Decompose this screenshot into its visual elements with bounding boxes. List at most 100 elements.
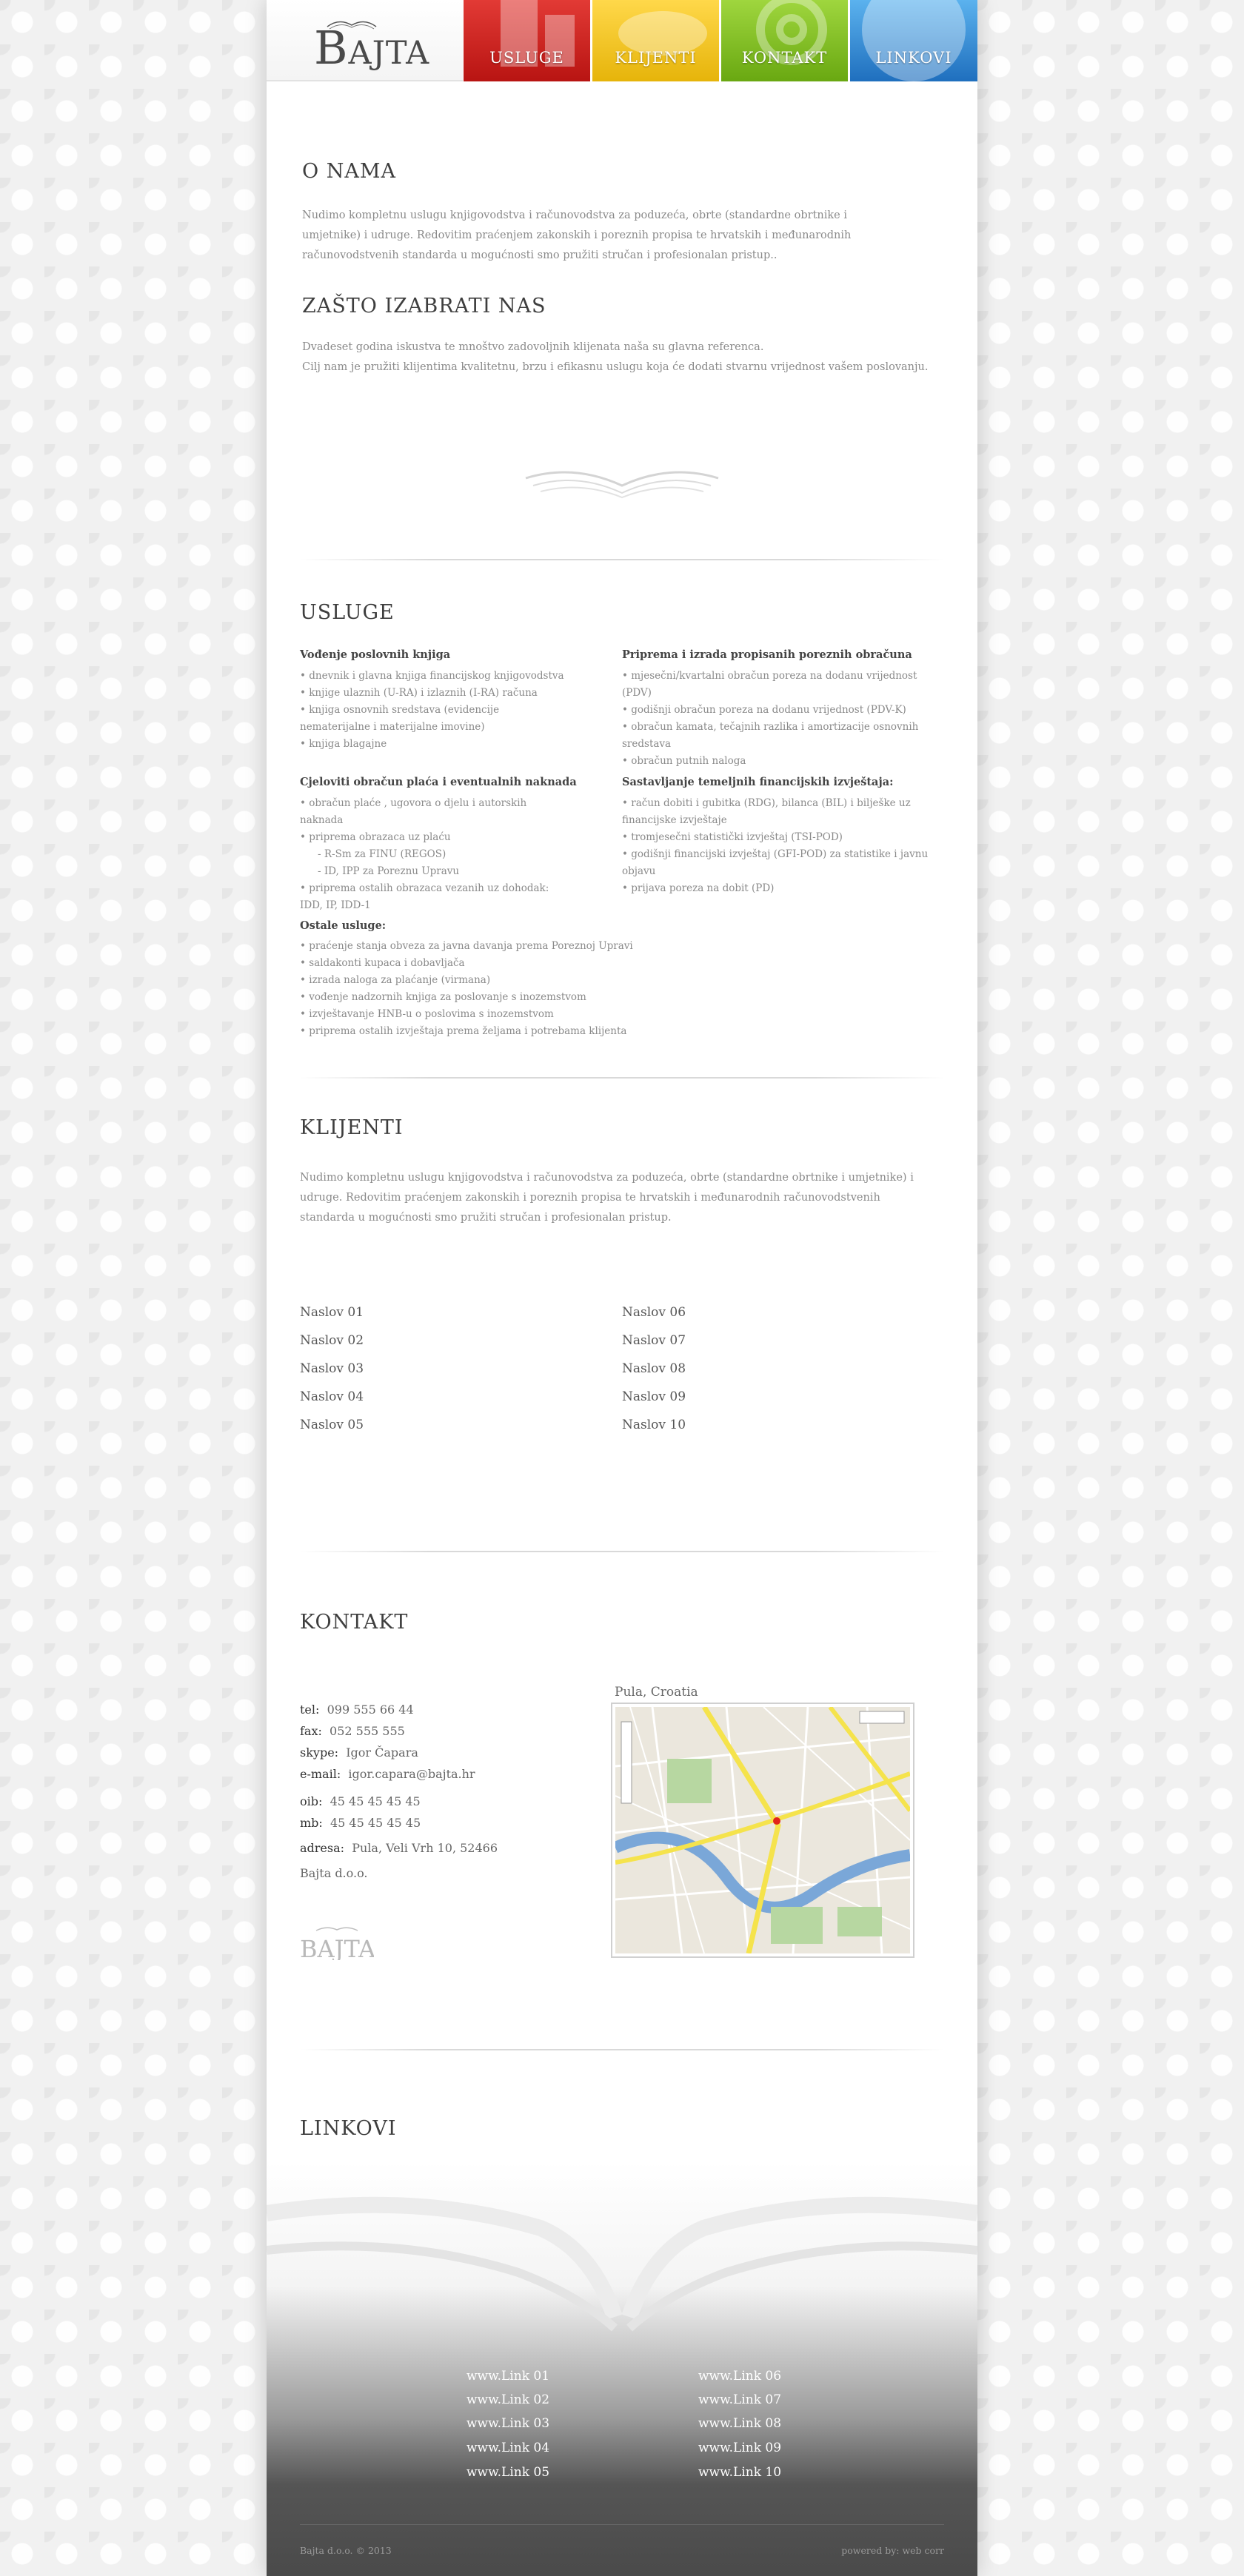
list-item: • izrada naloga za plaćanje (virmana) [300, 974, 491, 986]
list-item: • obračun kamata, tečajnih razlika i amo… [622, 721, 919, 750]
service-heading: Priprema i izrada propisanih poreznih ob… [622, 648, 912, 661]
contact-skype: skype: Igor Čapara [300, 1745, 418, 1760]
section-title-usluge: USLUGE [300, 601, 395, 624]
fax-value: 052 555 555 [330, 1724, 405, 1738]
map-image[interactable] [612, 1705, 912, 1954]
footer-link[interactable]: www.Link 04 [466, 2441, 549, 2455]
service-list: • račun dobiti i gubitka (RDG), bilanca … [622, 795, 940, 897]
footer-link[interactable]: www.Link 06 [698, 2369, 781, 2384]
client-link[interactable]: Naslov 02 [300, 1333, 364, 1348]
oib-label: oib: [300, 1794, 323, 1808]
list-item: • knjiga osnovnih sredstava (evidencije … [300, 704, 500, 733]
list-item: - ID, IPP za Poreznu Upravu [318, 865, 460, 877]
tel-label: tel: [300, 1703, 320, 1717]
client-link[interactable]: Naslov 05 [300, 1418, 364, 1432]
list-item: • knjiga blagajne [300, 738, 387, 750]
company-name: Bajta d.o.o. [300, 1866, 368, 1880]
list-item: • godišnji financijski izvještaj (GFI-PO… [622, 848, 929, 877]
contact-fax: fax: 052 555 555 [300, 1724, 405, 1738]
list-item: • mjesečni/kvartalni obračun poreza na d… [622, 670, 917, 699]
fax-label: fax: [300, 1724, 322, 1738]
copyright-text: Bajta d.o.o. © 2013 [300, 2545, 392, 2556]
client-link[interactable]: Naslov 08 [622, 1361, 686, 1376]
service-list: • praćenje stanja obveza za javna davanj… [300, 938, 641, 1040]
svg-text:BAJTA: BAJTA [300, 1935, 374, 1960]
list-item: • praćenje stanja obveza za javna davanj… [300, 940, 633, 952]
mb-label: mb: [300, 1816, 323, 1830]
email-label: e-mail: [300, 1767, 341, 1781]
contact-tel: tel: 099 555 66 44 [300, 1703, 414, 1717]
mini-logo: BAJTA [300, 1927, 374, 1960]
email-link[interactable]: igor.capara@bajta.hr [348, 1767, 475, 1781]
client-link[interactable]: Naslov 09 [622, 1389, 686, 1404]
section-divider [300, 1077, 944, 1079]
page-container: Bajta USLUGE KLIJENTI KONTAKT LINKOVI O … [267, 0, 977, 2576]
nav-linkovi[interactable]: LINKOVI [850, 0, 977, 81]
footer-link[interactable]: www.Link 01 [466, 2369, 549, 2384]
powered-by-link[interactable]: powered by: web corr [841, 2545, 944, 2556]
service-heading: Vođenje poslovnih knjiga [300, 648, 451, 661]
about-text: Nudimo kompletnu uslugu knjigovodstva i … [302, 209, 852, 261]
footer-link[interactable]: www.Link 03 [466, 2416, 549, 2431]
nav-linkovi-label: LINKOVI [875, 49, 952, 67]
service-list: • obračun plaće , ugovora o djelu i auto… [300, 795, 566, 914]
list-item: • tromjesečni statistički izvještaj (TSI… [622, 831, 843, 843]
footer-link[interactable]: www.Link 09 [698, 2441, 781, 2455]
footer-link[interactable]: www.Link 07 [698, 2392, 781, 2407]
contact-adresa: adresa: Pula, Veli Vrh 10, 52466 [300, 1841, 498, 1855]
service-heading: Cjeloviti obračun plaća i eventualnih na… [300, 776, 577, 788]
list-item: • priprema obrazaca uz plaću [300, 831, 451, 843]
map-widget[interactable] [611, 1703, 914, 1958]
client-link[interactable]: Naslov 07 [622, 1333, 686, 1348]
list-item: • obračun putnih naloga [622, 755, 746, 767]
footer-link[interactable]: www.Link 02 [466, 2392, 549, 2407]
footer-link[interactable]: www.Link 08 [698, 2416, 781, 2431]
section-divider [300, 559, 944, 560]
section-title-klijenti: KLIJENTI [300, 1116, 404, 1139]
oib-value: 45 45 45 45 45 [330, 1794, 421, 1808]
nav-kontakt[interactable]: KONTAKT [721, 0, 849, 81]
footer-link[interactable]: www.Link 10 [698, 2465, 781, 2480]
client-link[interactable]: Naslov 04 [300, 1389, 364, 1404]
adresa-label: adresa: [300, 1841, 345, 1855]
client-link[interactable]: Naslov 10 [622, 1418, 686, 1432]
nav-kontakt-label: KONTAKT [741, 49, 828, 67]
list-item: • saldakonti kupaca i dobavljača [300, 957, 465, 969]
list-item: • godišnji obračun poreza na dodanu vrij… [622, 704, 906, 716]
nav-usluge[interactable]: USLUGE [464, 0, 592, 81]
section-title-zasto: ZAŠTO IZABRATI NAS [302, 295, 546, 318]
list-item: • obračun plaće , ugovora o djelu i auto… [300, 797, 527, 826]
service-heading: Ostale usluge: [300, 919, 387, 932]
client-link[interactable]: Naslov 01 [300, 1305, 364, 1320]
why-text-line1: Dvadeset godina iskustva te mnoštvo zado… [302, 341, 764, 353]
contact-email: e-mail: igor.capara@bajta.hr [300, 1767, 475, 1781]
service-list: • mjesečni/kvartalni obračun poreza na d… [622, 668, 933, 770]
service-heading: Sastavljanje temeljnih financijskih izvj… [622, 776, 894, 788]
logo[interactable]: Bajta [267, 0, 463, 81]
nav-usluge-label: USLUGE [489, 49, 564, 67]
list-item: • vođenje nadzornih knjiga za poslovanje… [300, 991, 586, 1003]
contact-mb: mb: 45 45 45 45 45 [300, 1816, 421, 1830]
section-divider [300, 2049, 944, 2050]
open-book-icon [267, 2196, 977, 2332]
tel-value[interactable]: 099 555 66 44 [327, 1703, 414, 1717]
section-title-o-nama: O NAMA [302, 160, 396, 183]
contact-oib: oib: 45 45 45 45 45 [300, 1794, 421, 1808]
adresa-value: Pula, Veli Vrh 10, 52466 [352, 1841, 498, 1855]
skype-label: skype: [300, 1745, 339, 1760]
skype-value[interactable]: Igor Čapara [346, 1745, 418, 1760]
globe-icon [862, 0, 966, 81]
nav-klijenti[interactable]: KLIJENTI [592, 0, 720, 81]
list-item: • prijava poreza na dobit (PD) [622, 882, 775, 894]
footer-divider [300, 2524, 944, 2525]
service-list: • dnevnik i glavna knjiga financijskog k… [300, 668, 566, 753]
footer-link[interactable]: www.Link 05 [466, 2465, 549, 2480]
list-item: • račun dobiti i gubitka (RDG), bilanca … [622, 797, 911, 826]
section-title-kontakt: KONTAKT [300, 1611, 409, 1634]
section-divider [300, 1551, 944, 1552]
client-link[interactable]: Naslov 03 [300, 1361, 364, 1376]
why-text-line2: Cilj nam je pružiti klijentima kvalitetn… [302, 361, 929, 373]
list-item: • knjige ulaznih (U-RA) i izlaznih (I-RA… [300, 687, 538, 699]
client-link[interactable]: Naslov 06 [622, 1305, 686, 1320]
mb-value: 45 45 45 45 45 [330, 1816, 421, 1830]
